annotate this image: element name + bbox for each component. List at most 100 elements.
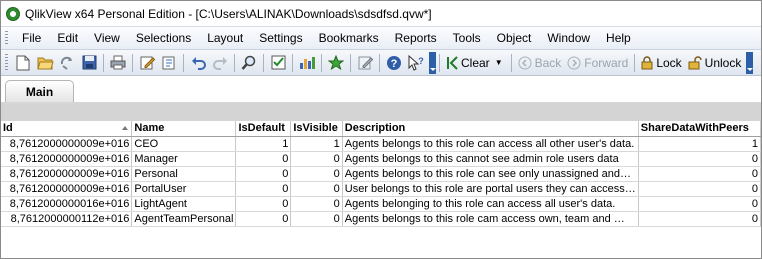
- cell-isvisible[interactable]: 0: [290, 211, 343, 227]
- toolbar: ? ? Clear ▼ Back Forward Lock Unlock: [1, 49, 761, 76]
- cell-sharedatawithpeers[interactable]: 1: [638, 136, 762, 152]
- menu-selections[interactable]: Selections: [128, 28, 199, 49]
- table-row[interactable]: 8,7612000000009e+016 Personal 0 0 Agents…: [1, 166, 762, 182]
- toolbar-separator: [350, 53, 351, 72]
- open-folder-icon[interactable]: [35, 53, 55, 73]
- menu-object[interactable]: Object: [489, 28, 540, 49]
- qlikview-app-icon: [6, 6, 20, 21]
- cell-isvisible[interactable]: 0: [290, 196, 343, 212]
- table-row[interactable]: 8,7612000000009e+016 CEO 1 1 Agents belo…: [1, 136, 762, 152]
- cell-isdefault[interactable]: 0: [235, 196, 292, 212]
- undo-icon[interactable]: [188, 53, 208, 73]
- edit-icon[interactable]: [355, 53, 375, 73]
- column-header-isvisible[interactable]: IsVisible: [290, 121, 343, 137]
- cell-sharedatawithpeers[interactable]: 0: [638, 196, 762, 212]
- menu-file[interactable]: File: [14, 28, 49, 49]
- menu-reports[interactable]: Reports: [387, 28, 445, 49]
- toolbar-separator: [321, 53, 322, 72]
- back-label: Back: [534, 55, 562, 70]
- toolbar-separator: [103, 53, 104, 72]
- clear-button[interactable]: Clear ▼: [443, 53, 508, 73]
- reload-script-icon[interactable]: [159, 53, 179, 73]
- cell-isdefault[interactable]: 0: [235, 181, 292, 197]
- menu-edit[interactable]: Edit: [49, 28, 86, 49]
- cell-id[interactable]: 8,7612000000009e+016: [1, 136, 133, 152]
- cell-isvisible[interactable]: 1: [290, 136, 343, 152]
- table-row[interactable]: 8,7612000000016e+016 LightAgent 0 0 Agen…: [1, 196, 762, 212]
- toolbar-overflow-dropdown[interactable]: [746, 51, 754, 74]
- cell-description[interactable]: Agents belongs to this role can see only…: [342, 166, 639, 182]
- cell-name[interactable]: CEO: [131, 136, 237, 152]
- table-row[interactable]: 8,7612000000009e+016 Manager 0 0 Agents …: [1, 151, 762, 167]
- edit-script-icon[interactable]: [137, 53, 157, 73]
- cell-isdefault[interactable]: 0: [235, 151, 292, 167]
- selections-icon[interactable]: [268, 53, 288, 73]
- table-row[interactable]: 8,7612000000009e+016 PortalUser 0 0 User…: [1, 181, 762, 197]
- unlock-button[interactable]: Unlock: [685, 53, 745, 73]
- toolbar-separator: [292, 53, 293, 72]
- cell-name[interactable]: AgentTeamPersonal: [131, 211, 237, 227]
- reload-icon[interactable]: [57, 53, 77, 73]
- table-row[interactable]: 8,7612000000112e+016 AgentTeamPersonal 0…: [1, 211, 762, 227]
- menu-tools[interactable]: Tools: [445, 28, 489, 49]
- cell-sharedatawithpeers[interactable]: 0: [638, 211, 762, 227]
- cell-description[interactable]: Agents belongs to this cannot see admin …: [342, 151, 639, 167]
- whats-this-icon[interactable]: ?: [406, 53, 426, 73]
- cell-isvisible[interactable]: 0: [290, 181, 343, 197]
- cell-isvisible[interactable]: 0: [290, 166, 343, 182]
- cell-sharedatawithpeers[interactable]: 0: [638, 166, 762, 182]
- cell-description[interactable]: User belongs to this role are portal use…: [342, 181, 639, 197]
- toolbar-overflow-dropdown[interactable]: [429, 51, 436, 74]
- column-header-isdefault[interactable]: IsDefault: [235, 121, 292, 137]
- menu-help[interactable]: Help: [598, 28, 639, 49]
- cell-sharedatawithpeers[interactable]: 0: [638, 151, 762, 167]
- cell-id[interactable]: 8,7612000000009e+016: [1, 181, 133, 197]
- cell-description[interactable]: Agents belongs to this role can access a…: [342, 136, 639, 152]
- tab-main[interactable]: Main: [5, 80, 74, 103]
- menu-layout[interactable]: Layout: [199, 28, 251, 49]
- cell-isdefault[interactable]: 1: [235, 136, 292, 152]
- chart-icon[interactable]: [297, 53, 317, 73]
- cell-name[interactable]: LightAgent: [131, 196, 237, 212]
- toolbar-separator: [132, 53, 133, 72]
- cell-isdefault[interactable]: 0: [235, 211, 292, 227]
- cell-sharedatawithpeers[interactable]: 0: [638, 181, 762, 197]
- redo-icon[interactable]: [210, 53, 230, 73]
- back-button[interactable]: Back: [515, 53, 565, 73]
- toolbar-grip[interactable]: [5, 54, 8, 71]
- cell-description[interactable]: Agents belongs to this role cam access o…: [342, 211, 639, 227]
- cell-id[interactable]: 8,7612000000112e+016: [1, 211, 133, 227]
- menu-window[interactable]: Window: [539, 28, 598, 49]
- cell-name[interactable]: Personal: [131, 166, 237, 182]
- cell-id[interactable]: 8,7612000000009e+016: [1, 151, 133, 167]
- forward-icon: [567, 56, 581, 69]
- chevron-down-icon[interactable]: ▼: [495, 58, 503, 67]
- forward-button[interactable]: Forward: [564, 53, 631, 73]
- lock-icon: [641, 55, 653, 69]
- cell-id[interactable]: 8,7612000000009e+016: [1, 166, 133, 182]
- cell-name[interactable]: PortalUser: [131, 181, 237, 197]
- print-icon[interactable]: [108, 53, 128, 73]
- cell-name[interactable]: Manager: [131, 151, 237, 167]
- column-header-description[interactable]: Description: [342, 121, 639, 137]
- bookmark-icon[interactable]: [326, 53, 346, 73]
- toolbar-separator: [439, 53, 440, 72]
- menu-view[interactable]: View: [86, 28, 128, 49]
- cell-id[interactable]: 8,7612000000016e+016: [1, 196, 133, 212]
- menu-grip[interactable]: [5, 30, 8, 46]
- cell-isvisible[interactable]: 0: [290, 151, 343, 167]
- menu-bookmarks[interactable]: Bookmarks: [311, 28, 387, 49]
- search-icon[interactable]: [239, 53, 259, 73]
- menu-settings[interactable]: Settings: [251, 28, 310, 49]
- cell-description[interactable]: Agents belonging to this role can access…: [342, 196, 639, 212]
- column-header-name[interactable]: Name: [131, 121, 237, 137]
- column-header-sharedatawithpeers[interactable]: ShareDataWithPeers: [638, 121, 762, 137]
- new-file-icon[interactable]: [13, 53, 33, 73]
- help-icon[interactable]: ?: [384, 53, 404, 73]
- lock-button[interactable]: Lock: [638, 53, 684, 73]
- table-box: Id Name IsDefault IsVisible Description …: [1, 121, 762, 258]
- save-icon[interactable]: [79, 53, 99, 73]
- column-header-id[interactable]: Id: [1, 121, 133, 137]
- toolbar-separator: [634, 53, 636, 72]
- cell-isdefault[interactable]: 0: [235, 166, 292, 182]
